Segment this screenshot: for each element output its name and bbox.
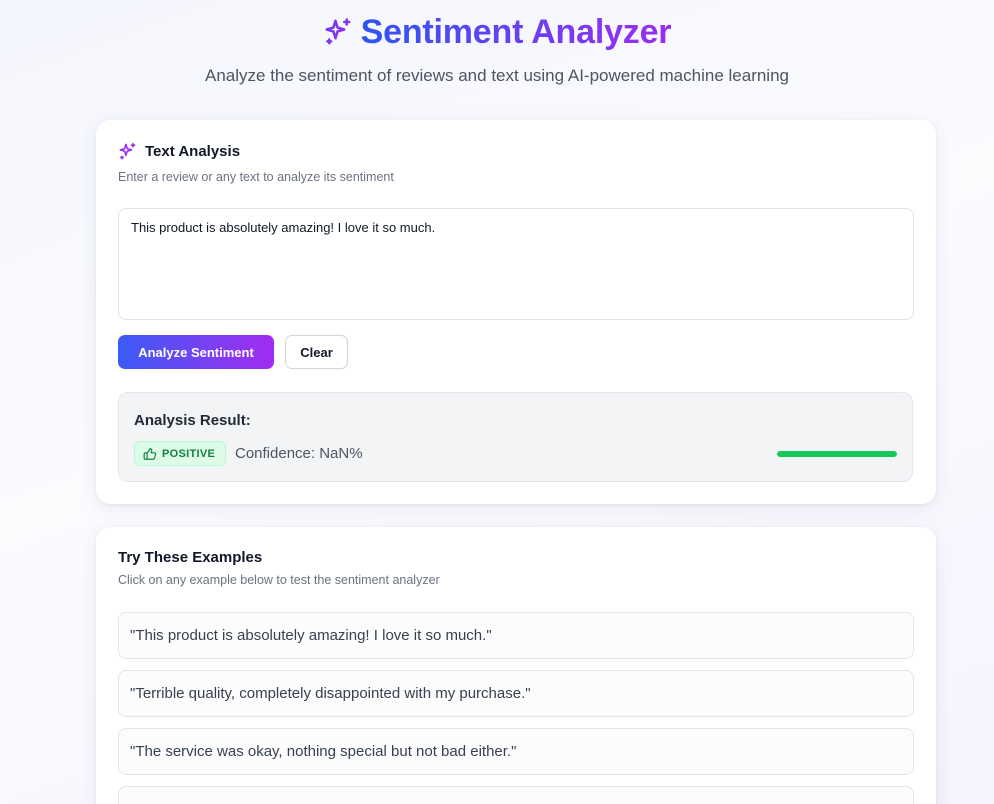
page: Sentiment Analyzer Analyze the sentiment…: [0, 0, 994, 804]
example-item[interactable]: "Terrible quality, completely disappoint…: [118, 670, 914, 717]
sparkles-icon: [323, 17, 353, 47]
card-description: Enter a review or any text to analyze it…: [118, 170, 394, 184]
result-heading: Analysis Result:: [134, 412, 251, 429]
title-row: Sentiment Analyzer: [0, 10, 994, 54]
confidence-text: Confidence: NaN%: [235, 445, 363, 462]
card-title-row: Text Analysis: [118, 142, 240, 161]
sentiment-label: POSITIVE: [162, 447, 216, 460]
page-title: Sentiment Analyzer: [360, 12, 672, 51]
example-item[interactable]: "This product is absolutely amazing! I l…: [118, 612, 914, 659]
sparkles-icon: [118, 142, 137, 161]
example-item[interactable]: "The service was okay, nothing special b…: [118, 728, 914, 775]
page-header: Sentiment Analyzer Analyze the sentiment…: [0, 10, 994, 86]
analysis-result-panel: Analysis Result: POSITIVE Confidence: Na…: [118, 392, 913, 482]
analyze-sentiment-button[interactable]: Analyze Sentiment: [118, 335, 274, 369]
thumbs-up-icon: [143, 447, 157, 461]
text-input[interactable]: This product is absolutely amazing! I lo…: [118, 208, 914, 320]
sentiment-badge: POSITIVE: [134, 441, 227, 466]
examples-title: Try These Examples: [118, 549, 263, 566]
examples-description: Click on any example below to test the s…: [118, 573, 440, 587]
card-title: Text Analysis: [145, 143, 241, 160]
clear-button[interactable]: Clear: [285, 335, 348, 369]
confidence-bar: [777, 451, 897, 457]
example-item[interactable]: [118, 786, 914, 804]
page-subtitle: Analyze the sentiment of reviews and tex…: [205, 66, 789, 85]
text-analysis-card: Text Analysis Enter a review or any text…: [96, 120, 936, 504]
examples-card: Try These Examples Click on any example …: [96, 527, 936, 804]
confidence-bar-fill: [777, 451, 897, 457]
